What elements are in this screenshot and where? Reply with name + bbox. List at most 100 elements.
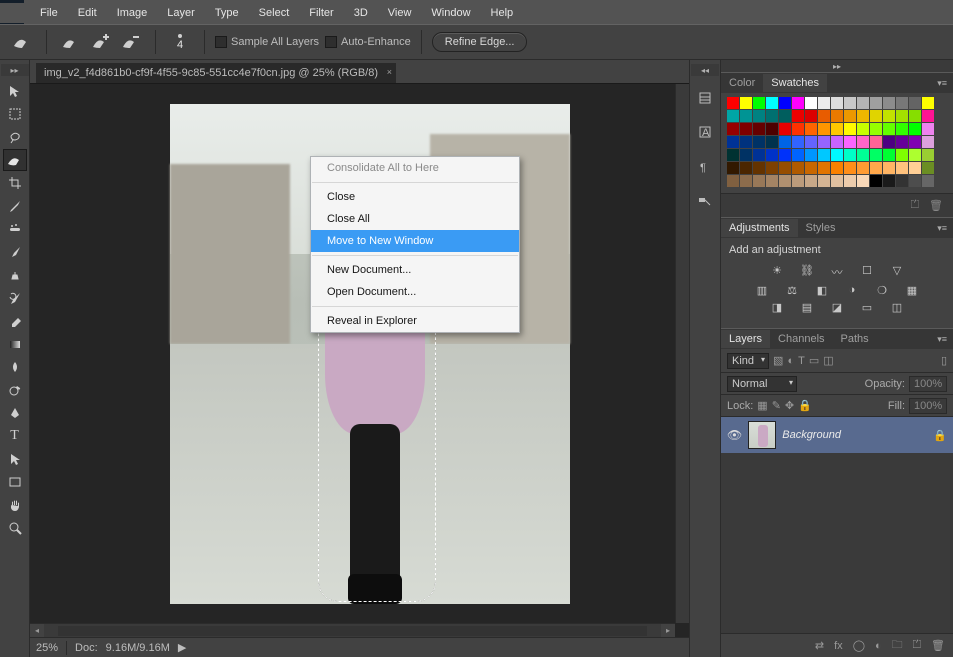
filter-pixel-icon[interactable]: ▧ [773,354,783,367]
filter-adjustment-icon[interactable]: ◐ [787,355,794,367]
swatch[interactable] [896,110,908,122]
gradient-tool[interactable] [3,333,27,355]
swatch[interactable] [831,175,843,187]
lock-all-icon[interactable]: 🔒 [798,399,812,412]
eraser-tool[interactable] [3,310,27,332]
tab-layers[interactable]: Layers [721,330,770,348]
swatch[interactable] [766,162,778,174]
swatch[interactable] [792,162,804,174]
ctx-move-to-new-window[interactable]: Move to New Window [311,230,519,252]
swatch[interactable] [922,175,934,187]
delete-swatch-icon[interactable]: 🗑 [929,199,943,212]
horizontal-scrollbar[interactable]: ◂ ▸ [30,623,675,637]
blur-tool[interactable] [3,356,27,378]
swatch[interactable] [805,162,817,174]
swatch[interactable] [870,97,882,109]
swatch[interactable] [831,162,843,174]
status-arrow-icon[interactable]: ▶ [178,641,186,654]
threshold-icon[interactable]: ◪ [828,301,846,314]
swatch[interactable] [909,97,921,109]
swatch[interactable] [896,123,908,135]
rectangular-marquee-tool[interactable] [3,103,27,125]
color-balance-icon[interactable]: ⚖ [783,284,801,297]
swatch[interactable] [883,162,895,174]
swatch[interactable] [896,175,908,187]
add-to-selection-icon[interactable] [87,30,115,54]
swatch[interactable] [740,123,752,135]
panels-collapse-toggle[interactable]: ▸▸ [721,60,953,72]
swatch[interactable] [870,136,882,148]
lasso-tool[interactable] [3,126,27,148]
swatch[interactable] [766,110,778,122]
tools-collapse-toggle[interactable]: ▸▸ [1,64,29,76]
scroll-track[interactable] [58,626,647,636]
swatch[interactable] [883,149,895,161]
swatch[interactable] [818,162,830,174]
swatch[interactable] [792,110,804,122]
filter-smart-icon[interactable]: ◫ [823,354,833,367]
tab-channels[interactable]: Channels [770,330,832,348]
swatch[interactable] [766,149,778,161]
crop-tool[interactable] [3,172,27,194]
swatch[interactable] [857,97,869,109]
swatch[interactable] [818,97,830,109]
swatch[interactable] [740,175,752,187]
tool-preset-picker[interactable] [8,30,36,54]
swatch[interactable] [753,123,765,135]
swatch[interactable] [909,149,921,161]
swatch[interactable] [870,123,882,135]
gutter-collapse-toggle[interactable]: ◂◂ [691,64,719,76]
color-lookup-icon[interactable]: ▦ [903,284,921,297]
tab-styles[interactable]: Styles [798,219,844,237]
visibility-icon[interactable]: 👁 [727,428,742,442]
swatches-grid[interactable] [727,97,947,187]
document-tab-close-icon[interactable]: × [387,67,392,77]
swatch[interactable] [727,175,739,187]
swatch[interactable] [883,123,895,135]
swatch[interactable] [909,136,921,148]
swatch[interactable] [870,175,882,187]
document-tab[interactable]: img_v2_f4d861b0-cf9f-4f55-9c85-551cc4e7f… [36,63,396,83]
history-panel-icon[interactable] [693,86,717,110]
swatch[interactable] [805,136,817,148]
swatch[interactable] [740,149,752,161]
character-panel-icon[interactable]: A [693,120,717,144]
swatch[interactable] [831,136,843,148]
menu-type[interactable]: Type [205,4,249,22]
swatch[interactable] [779,162,791,174]
fill-field[interactable]: 100% [909,398,947,414]
spot-healing-brush-tool[interactable] [3,218,27,240]
swatch[interactable] [727,136,739,148]
menu-3d[interactable]: 3D [344,4,378,22]
ctx-reveal-in-explorer[interactable]: Reveal in Explorer [311,310,519,332]
swatch[interactable] [753,97,765,109]
swatch[interactable] [727,97,739,109]
hue-saturation-icon[interactable]: ▥ [753,284,771,297]
dodge-tool[interactable] [3,379,27,401]
swatch[interactable] [870,149,882,161]
vibrance-icon[interactable]: ▽ [888,264,906,280]
selective-color-icon[interactable]: ◫ [888,301,906,314]
swatch[interactable] [805,149,817,161]
menu-edit[interactable]: Edit [68,4,107,22]
swatch[interactable] [792,123,804,135]
delete-layer-icon[interactable]: 🗑 [931,639,945,652]
swatch[interactable] [844,110,856,122]
swatch[interactable] [753,110,765,122]
swatch[interactable] [857,136,869,148]
swatch[interactable] [870,162,882,174]
black-white-icon[interactable]: ◧ [813,284,831,297]
swatch[interactable] [896,97,908,109]
swatch[interactable] [779,123,791,135]
swatch[interactable] [831,97,843,109]
swatch[interactable] [909,110,921,122]
swatch[interactable] [805,97,817,109]
menu-window[interactable]: Window [421,4,480,22]
filter-shape-icon[interactable]: ▭ [809,354,819,367]
filter-type-icon[interactable]: T [798,355,805,367]
lock-transparency-icon[interactable]: ▦ [757,399,767,412]
invert-icon[interactable]: ◨ [768,301,786,314]
swatch[interactable] [727,110,739,122]
brush-tool[interactable] [3,241,27,263]
swatch[interactable] [792,175,804,187]
